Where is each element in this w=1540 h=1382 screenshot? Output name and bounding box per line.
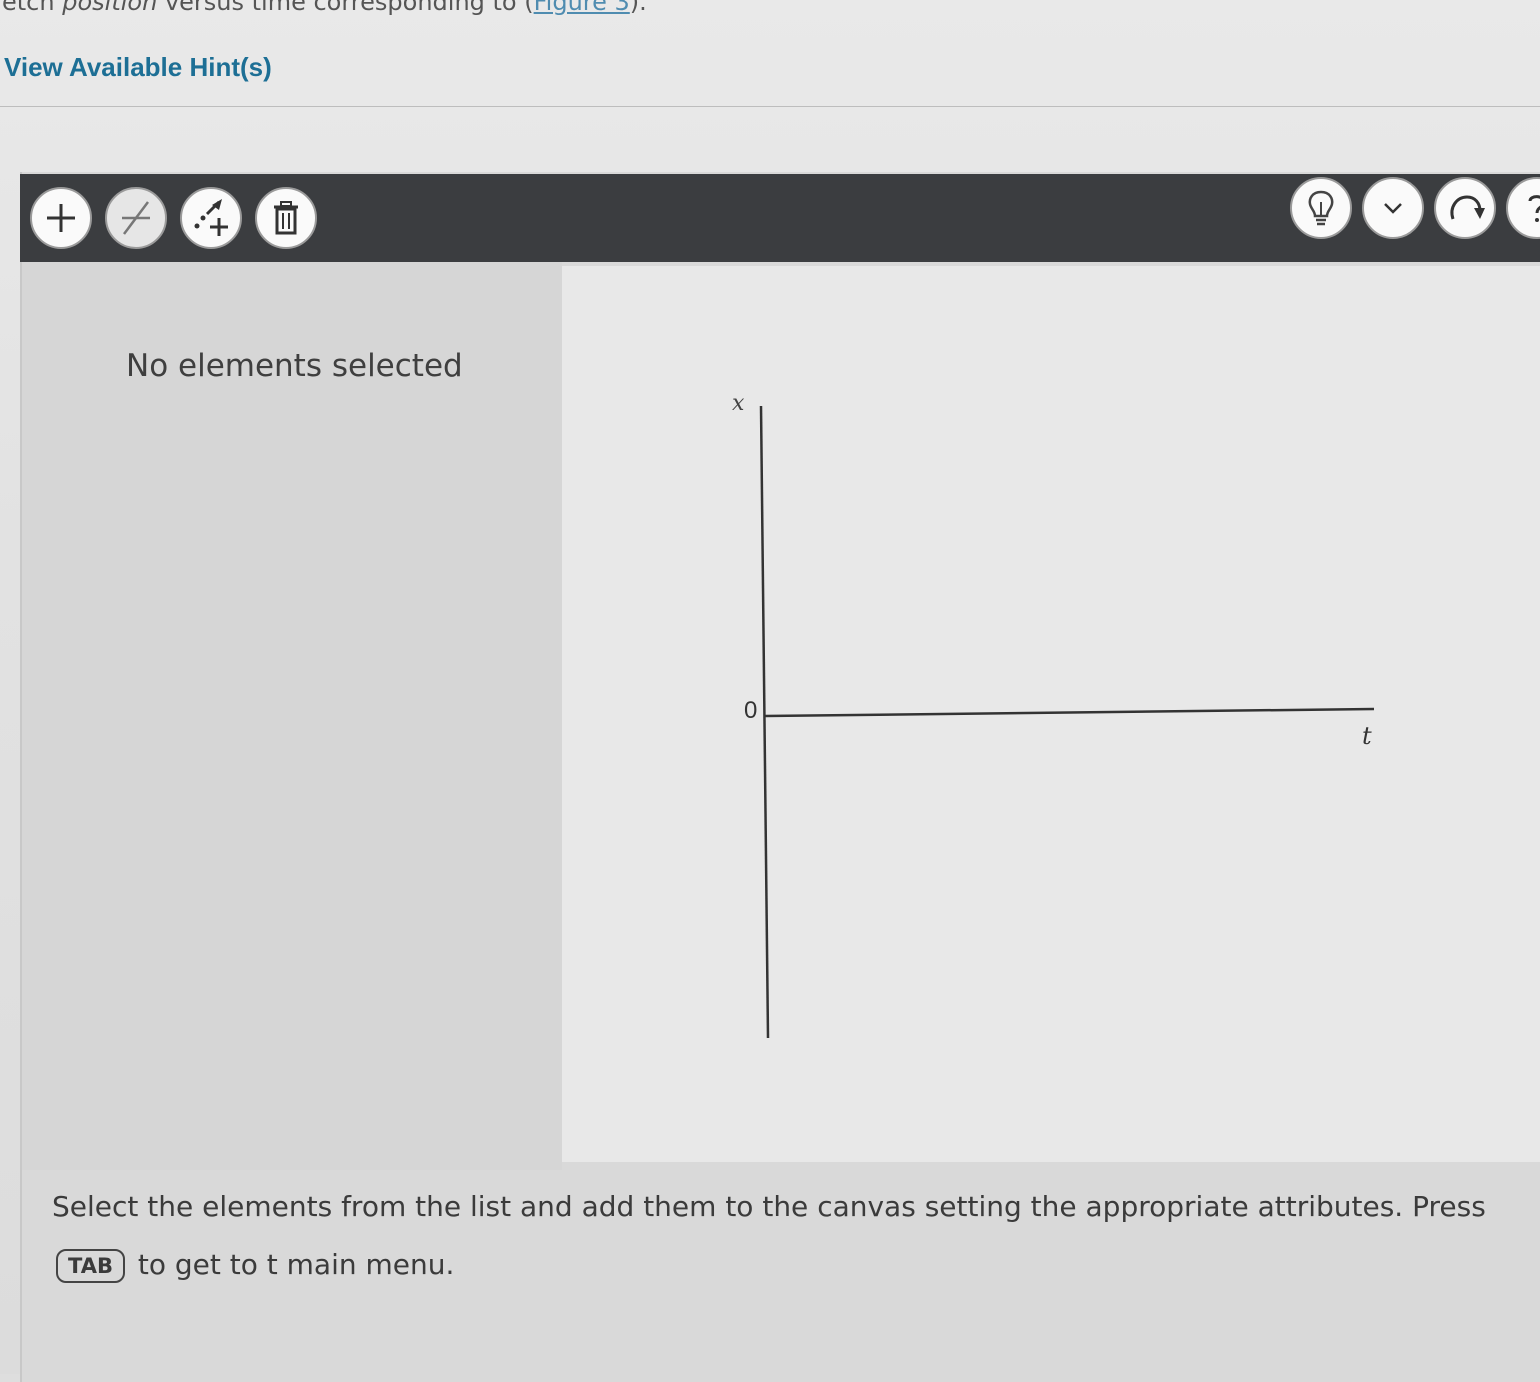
drawing-canvas[interactable]: x 0 t <box>562 266 1540 1162</box>
add-icon <box>47 204 75 232</box>
trash-icon <box>274 201 298 235</box>
y-axis-label: x <box>732 391 745 416</box>
t-axis-line-horizontal <box>764 707 1375 718</box>
element-properties-panel: No elements selected <box>22 262 562 1170</box>
figure-link[interactable]: Figure 3 <box>534 0 630 16</box>
instructions: Select the elements from the list and ad… <box>52 1178 1532 1294</box>
view-hints-link[interactable]: View Available Hint(s) <box>4 52 272 83</box>
redo-button[interactable] <box>1434 177 1496 239</box>
divider <box>0 106 1540 107</box>
add-vector-button[interactable] <box>180 187 242 249</box>
question-prompt: etch position versus time corresponding … <box>2 0 647 16</box>
add-element-button[interactable] <box>30 187 92 249</box>
dropdown-button[interactable] <box>1362 177 1424 239</box>
x-axis-line-vertical <box>759 405 770 1039</box>
redo-icon <box>1450 195 1485 220</box>
prompt-text-italic: position <box>62 0 158 16</box>
prompt-text-rest: versus time corresponding to ( <box>164 0 534 16</box>
hint-button[interactable] <box>1290 177 1352 239</box>
draw-line-button[interactable] <box>105 187 167 249</box>
instructions-text-end: to get to t main menu. <box>137 1248 455 1281</box>
chevron-down-icon <box>1384 203 1402 214</box>
graph-axes: x 0 t <box>732 391 1375 1039</box>
x-axis-label: t <box>1362 722 1372 750</box>
empty-selection-message: No elements selected <box>126 348 463 384</box>
instructions-text: Select the elements from the list and ad… <box>52 1190 1486 1223</box>
toolbar <box>20 174 1540 262</box>
prompt-text-end: ). <box>629 0 647 16</box>
delete-button[interactable] <box>255 187 317 249</box>
lightbulb-icon <box>1308 190 1334 226</box>
prompt-text-start: etch <box>2 0 55 16</box>
line-icon <box>122 201 150 235</box>
help-button[interactable] <box>1506 177 1540 239</box>
help-icon <box>1528 195 1540 222</box>
vector-add-icon <box>194 199 228 236</box>
origin-label: 0 <box>744 697 757 724</box>
tab-key-badge: TAB <box>56 1249 125 1283</box>
